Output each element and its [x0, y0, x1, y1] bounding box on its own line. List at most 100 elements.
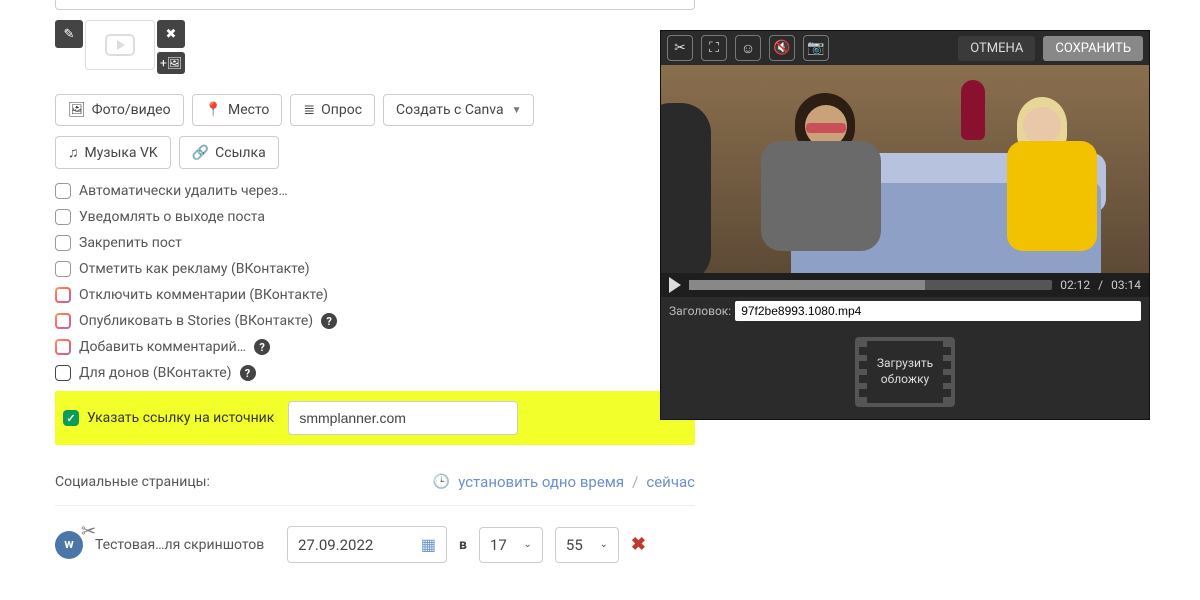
photo-video-button[interactable]: 🖼 Фото/видео [55, 94, 184, 126]
mute-icon: 🔇 [773, 40, 790, 56]
option-for-dons[interactable]: Для донов (ВКонтакте) ? [55, 365, 695, 381]
option-notify[interactable]: Уведомлять о выходе поста [55, 209, 695, 225]
video-editor: ✂ ⛶ ☺ 🔇 📷 ОТМЕНА СОХРАНИТЬ 02:12 / 03:14… [660, 30, 1150, 420]
attachment-buttons-row1: 🖼 Фото/видео 📍 Место ≣ Опрос Создать с C… [55, 94, 695, 126]
option-source-link-row: ✓ Указать ссылку на источник [55, 391, 695, 445]
poll-label: Опрос [321, 102, 362, 118]
media-side-actions: ✖ +🖼 [157, 20, 185, 74]
option-label: Для донов (ВКонтакте) [79, 365, 232, 381]
link-label: Ссылка [215, 145, 266, 161]
time-sep: / [1098, 278, 1103, 292]
play-button[interactable] [669, 277, 681, 293]
music-vk-button[interactable]: ♫ Музыка VK [55, 136, 171, 169]
upload-cover-text2: обложку [881, 372, 930, 386]
option-label: Отключить комментарии (ВКонтакте) [79, 287, 328, 303]
option-disable-comments[interactable]: Отключить комментарии (ВКонтакте) [55, 287, 695, 303]
time-links: 🕒 установить одно время / сейчас [433, 473, 695, 491]
save-button[interactable]: СОХРАНИТЬ [1043, 36, 1143, 61]
checkbox[interactable] [55, 287, 71, 303]
add-media-button[interactable]: +🖼 [157, 52, 185, 74]
snapshot-tool[interactable]: 📷 [803, 35, 829, 61]
video-preview[interactable] [661, 65, 1149, 273]
close-icon: ✖ [166, 27, 177, 42]
option-auto-delete[interactable]: Автоматически удалить через… [55, 183, 695, 199]
poll-button[interactable]: ≣ Опрос [290, 94, 375, 126]
mute-tool[interactable]: 🔇 [769, 35, 795, 61]
checkbox[interactable] [55, 339, 71, 355]
chevron-down-icon: ⌄ [524, 539, 532, 550]
attached-media: ✎ ✖ +🖼 [55, 20, 695, 74]
option-label: Закрепить пост [79, 235, 182, 251]
source-url-input[interactable] [288, 401, 518, 435]
link-button[interactable]: 🔗 Ссылка [179, 136, 279, 169]
scissors-icon: ✂ [81, 521, 96, 542]
attachment-buttons-row2: ♫ Музыка VK 🔗 Ссылка [55, 136, 695, 169]
video-controls: 02:12 / 03:14 [661, 273, 1149, 297]
place-label: Место [228, 102, 269, 118]
vk-account-badge[interactable]: ✂ w [55, 531, 83, 559]
smile-icon: ☺ [741, 40, 755, 57]
hour-select[interactable]: 17 ⌄ [479, 527, 543, 563]
social-pages-header: Социальные страницы: 🕒 установить одно в… [55, 463, 695, 506]
checkbox[interactable] [55, 183, 71, 199]
option-stories[interactable]: Опубликовать в Stories (ВКонтакте) ? [55, 313, 695, 329]
crop-tool[interactable]: ⛶ [701, 35, 727, 61]
calendar-icon[interactable]: ▦ [421, 535, 436, 554]
remove-media-button[interactable]: ✖ [157, 20, 185, 48]
checkbox[interactable] [55, 365, 71, 381]
checkbox-checked[interactable]: ✓ [63, 410, 79, 426]
time-current: 02:12 [1060, 278, 1090, 292]
option-label: Отметить как рекламу (ВКонтакте) [79, 261, 310, 277]
checkbox[interactable] [55, 261, 71, 277]
upload-cover-text1: Загрузить [877, 356, 933, 370]
option-label: Автоматически удалить через… [79, 183, 288, 199]
video-title-row: Заголовок: [661, 297, 1149, 325]
set-one-time-link[interactable]: установить одно время [458, 473, 624, 491]
option-pin[interactable]: Закрепить пост [55, 235, 695, 251]
image-icon: 🖼 [68, 102, 86, 118]
time-total: 03:14 [1111, 278, 1141, 292]
canva-button[interactable]: Создать с Canva ▼ [383, 94, 534, 126]
media-thumbnail[interactable] [85, 20, 155, 70]
checkbox[interactable] [55, 313, 71, 329]
editor-toolbar: ✂ ⛶ ☺ 🔇 📷 ОТМЕНА СОХРАНИТЬ [661, 31, 1149, 65]
date-picker[interactable]: 27.09.2022 ▦ [287, 526, 447, 563]
add-image-icon: +🖼 [160, 56, 182, 70]
post-form: ✎ ✖ +🖼 🖼 Фото/видео 📍 Место ≣ [55, 0, 695, 563]
option-label: Указать ссылку на источник [87, 410, 274, 426]
trim-tool[interactable]: ✂ [667, 35, 693, 61]
sticker-tool[interactable]: ☺ [735, 35, 761, 61]
music-icon: ♫ [68, 144, 79, 161]
minute-select[interactable]: 55 ⌄ [555, 527, 619, 563]
upload-cover-button[interactable]: Загрузить обложку [855, 337, 955, 407]
title-label: Заголовок: [669, 304, 731, 318]
photo-video-label: Фото/видео [92, 102, 171, 118]
video-title-input[interactable] [735, 301, 1141, 321]
scissors-icon: ✂ [674, 40, 686, 56]
schedule-row: ✂ w Тестовая…ля скриншотов 27.09.2022 ▦ … [55, 506, 695, 563]
option-mark-ad[interactable]: Отметить как рекламу (ВКонтакте) [55, 261, 695, 277]
now-link[interactable]: сейчас [646, 473, 695, 491]
help-icon[interactable]: ? [321, 313, 337, 329]
video-timeline[interactable] [689, 280, 1052, 290]
remove-schedule-button[interactable]: ✖ [631, 534, 646, 555]
clock-icon: 🕒 [433, 474, 450, 490]
post-options: Автоматически удалить через… Уведомлять … [55, 183, 695, 381]
edit-media-button[interactable]: ✎ [55, 20, 83, 48]
option-label: Опубликовать в Stories (ВКонтакте) [79, 313, 313, 329]
date-value: 27.09.2022 [298, 536, 373, 554]
option-label: Уведомлять о выходе поста [79, 209, 265, 225]
cancel-button[interactable]: ОТМЕНА [958, 36, 1035, 61]
help-icon[interactable]: ? [254, 339, 270, 355]
separator: / [632, 473, 638, 491]
pencil-icon: ✎ [64, 27, 75, 42]
option-label: Добавить комментарий… [79, 339, 246, 355]
hour-value: 17 [490, 536, 507, 554]
post-text-input-bottom[interactable] [55, 0, 695, 10]
place-button[interactable]: 📍 Место [192, 94, 283, 126]
checkbox[interactable] [55, 209, 71, 225]
vk-icon: w [55, 531, 83, 559]
help-icon[interactable]: ? [240, 365, 256, 381]
option-add-comment[interactable]: Добавить комментарий… ? [55, 339, 695, 355]
checkbox[interactable] [55, 235, 71, 251]
